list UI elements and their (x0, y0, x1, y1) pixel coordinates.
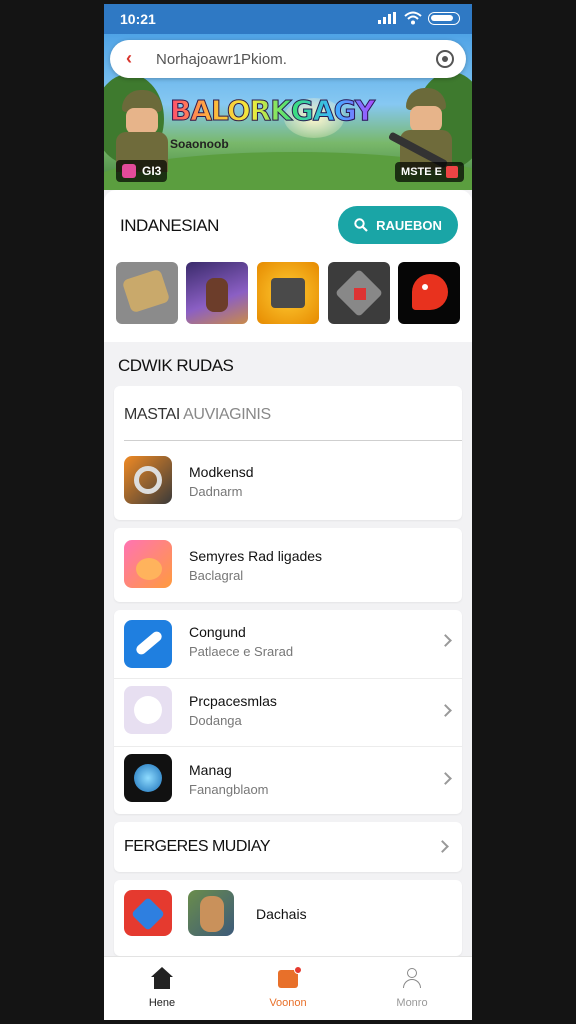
globe-lens-icon (124, 754, 172, 802)
item-name: Dachais (256, 906, 307, 922)
divider (124, 440, 462, 441)
nav-profile[interactable]: Monro (362, 967, 462, 1009)
chevron-right-icon (439, 634, 452, 647)
list-item[interactable]: Modkensd Dadnarm (114, 450, 462, 514)
chevron-right-icon (439, 772, 452, 785)
profile-icon (400, 967, 424, 989)
gauge-icon (124, 456, 172, 504)
banner-badge-left: GI3 (116, 160, 168, 182)
section-title-fergeres: FERGERES MUDIAY (124, 838, 271, 855)
ghost-face-icon (124, 686, 172, 734)
game-tile-1[interactable] (116, 262, 178, 324)
bottom-nav: Hene Voonon Monro (104, 956, 472, 1020)
status-time: 10:21 (120, 11, 156, 27)
warrior-game-icon (188, 890, 234, 936)
tag-icon (124, 890, 172, 936)
nav-home[interactable]: Hene (112, 967, 212, 1009)
game-tile-5[interactable] (398, 262, 460, 324)
chevron-right-icon (439, 704, 452, 717)
search-input[interactable]: Norhajoawr1Pkiom. (156, 51, 287, 68)
signal-icon (378, 12, 396, 24)
section-title-cdwik: CDWIK RUDAS (118, 356, 234, 375)
game-tile-4[interactable] (328, 262, 390, 324)
item-sub: Fanangblaom (189, 782, 269, 797)
list-item[interactable]: Congund Patlaece e Srarad (114, 616, 462, 676)
item-name: Prcpacesmlas (189, 693, 277, 709)
item-name: Modkensd (189, 464, 254, 480)
nav-games[interactable]: Voonon (238, 966, 338, 1009)
phone-screen: 10:21 ‹ Norhajoawr1Pkiom. BALORKGAGY Soa… (104, 4, 472, 1020)
item-name: Manag (189, 762, 232, 778)
list-item[interactable]: Prcpacesmlas Dodanga (114, 684, 462, 744)
section-title-indanesian: INDANESIAN (120, 216, 219, 235)
search-bar[interactable]: ‹ Norhajoawr1Pkiom. (110, 40, 466, 78)
banner-title: BALORKGAGY (169, 94, 375, 128)
back-icon[interactable]: ‹ (126, 48, 132, 69)
status-bar: 10:21 (104, 4, 472, 34)
home-icon (150, 967, 174, 989)
search-icon (354, 218, 368, 232)
hero-banner[interactable]: ‹ Norhajoawr1Pkiom. BALORKGAGY Soaonoob … (104, 34, 472, 190)
nav-label: Hene (148, 997, 176, 1009)
flag-icon (446, 166, 458, 178)
item-sub: Dadnarm (189, 484, 243, 499)
item-name: Semyres Rad ligades (189, 548, 323, 564)
game-icon (276, 966, 302, 989)
list-item[interactable]: Dachais (114, 888, 462, 948)
list-subheader: MASTAI AUVIAGINIS (124, 406, 271, 423)
item-sub: Patlaece e Srarad (189, 644, 294, 659)
item-name: Congund (189, 624, 246, 640)
list-item[interactable]: Semyres Rad ligades Baclagral (114, 534, 462, 598)
game-tile-2[interactable] (186, 262, 248, 324)
nav-label: Voonon (269, 997, 307, 1009)
item-sub: Dodanga (189, 713, 242, 728)
wifi-icon (404, 11, 422, 25)
item-sub: Baclagral (189, 568, 244, 583)
nav-label: Monro (396, 997, 428, 1009)
mushroom-character-icon (124, 540, 172, 588)
banner-subtitle: Soaonoob (170, 137, 229, 151)
refresh-icon[interactable] (436, 50, 454, 68)
battery-icon (428, 12, 460, 25)
search-button[interactable]: RAUEBON (338, 206, 458, 244)
list-item[interactable]: Manag Fanangblaom (114, 750, 462, 810)
paper-plane-icon (124, 620, 172, 668)
banner-badge-right: MSTE E (395, 162, 464, 182)
game-tile-3[interactable] (257, 262, 319, 324)
app-badge-icon (122, 164, 136, 178)
